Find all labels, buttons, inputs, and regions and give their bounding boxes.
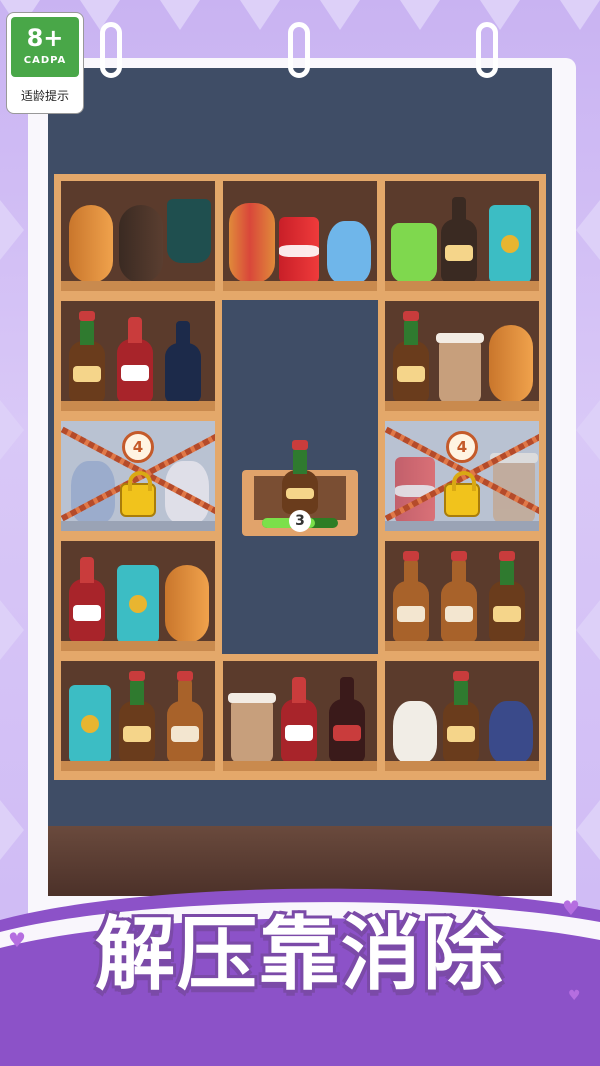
shelf-cell-r4-c3[interactable] bbox=[378, 534, 546, 660]
age-rating-caption: 适龄提示 bbox=[20, 89, 69, 103]
age-rating-number: 8+ bbox=[26, 24, 64, 52]
shelf-cell-r5-c2[interactable] bbox=[216, 654, 384, 780]
slogan-text: 解压靠消除 bbox=[95, 908, 505, 1001]
heart-icon: ♥ bbox=[562, 896, 580, 920]
sauce-bottle-item[interactable] bbox=[69, 311, 105, 403]
sauce-bottle-item[interactable] bbox=[119, 671, 155, 763]
sauce-bottle-item[interactable] bbox=[282, 440, 318, 514]
shelf-cell-r2-c3[interactable] bbox=[378, 294, 546, 420]
cola-bottle-item[interactable] bbox=[117, 317, 153, 403]
beer-bottle-item[interactable] bbox=[441, 197, 477, 283]
bread-item[interactable] bbox=[489, 325, 533, 403]
shelf-cell-r2-c1[interactable] bbox=[54, 294, 222, 420]
popsicle-item[interactable] bbox=[167, 199, 211, 263]
cola-bottle-item[interactable] bbox=[69, 557, 105, 643]
beer-bottle-item[interactable] bbox=[393, 551, 429, 643]
bread-item[interactable] bbox=[69, 205, 113, 283]
padlock-icon[interactable] bbox=[120, 471, 156, 517]
navy-bottle-item[interactable] bbox=[165, 321, 201, 403]
beer-bottle-item[interactable] bbox=[167, 671, 203, 763]
teal-bag-item[interactable] bbox=[69, 685, 111, 763]
lock-count-badge: 4 bbox=[122, 431, 154, 463]
age-rating-top: 8+ CADPA bbox=[11, 17, 79, 77]
binder-ring bbox=[100, 22, 122, 78]
heart-icon: ♥ bbox=[8, 928, 26, 952]
age-rating-badge: 8+ CADPA 适龄提示 bbox=[6, 12, 84, 114]
teal-bag-item[interactable] bbox=[489, 205, 531, 283]
penguin-plush-item[interactable] bbox=[489, 701, 533, 763]
dark-bread-item[interactable] bbox=[119, 205, 163, 283]
locked-cell-left[interactable]: 4 bbox=[54, 414, 222, 540]
beer-bottle-item[interactable] bbox=[441, 551, 477, 643]
teal-bag-item[interactable] bbox=[117, 565, 159, 643]
sheep-plush-item[interactable] bbox=[393, 701, 437, 763]
binder-ring bbox=[288, 22, 310, 78]
locked-cell-right[interactable]: 4 bbox=[378, 414, 546, 540]
shelf-cell-r5-c1[interactable] bbox=[54, 654, 222, 780]
shelf-cell-r5-c3[interactable] bbox=[378, 654, 546, 780]
cola-can-item[interactable] bbox=[279, 217, 319, 283]
sauce-bottle-item[interactable] bbox=[489, 551, 525, 643]
tray-count-badge: 3 bbox=[289, 510, 311, 532]
sauce-bottle-item[interactable] bbox=[393, 311, 429, 403]
sauce-bottle-item[interactable] bbox=[443, 671, 479, 763]
shelf-cell-r4-c1[interactable] bbox=[54, 534, 222, 660]
cat-plush-item[interactable] bbox=[327, 221, 371, 283]
dark-cola-bottle-item[interactable] bbox=[329, 677, 365, 763]
hotdog-item[interactable] bbox=[229, 203, 275, 283]
shelf-cell-r1-c1[interactable] bbox=[54, 174, 222, 300]
padlock-icon[interactable] bbox=[444, 471, 480, 517]
shelf-cell-r1-c3[interactable] bbox=[378, 174, 546, 300]
heart-icon: ♥ bbox=[568, 988, 581, 1004]
shelf-cell-r1-c2[interactable] bbox=[216, 174, 384, 300]
binder-ring bbox=[476, 22, 498, 78]
lime-drink-item[interactable] bbox=[391, 223, 437, 283]
lock-count-badge: 4 bbox=[446, 431, 478, 463]
age-rating-org: CADPA bbox=[23, 55, 67, 66]
coffee-cup-item[interactable] bbox=[436, 333, 484, 403]
cola-bottle-item[interactable] bbox=[281, 677, 317, 763]
bread-item[interactable] bbox=[165, 565, 209, 643]
coffee-cup-item[interactable] bbox=[228, 693, 276, 763]
hidden-item-tray[interactable]: 3 bbox=[242, 440, 358, 536]
